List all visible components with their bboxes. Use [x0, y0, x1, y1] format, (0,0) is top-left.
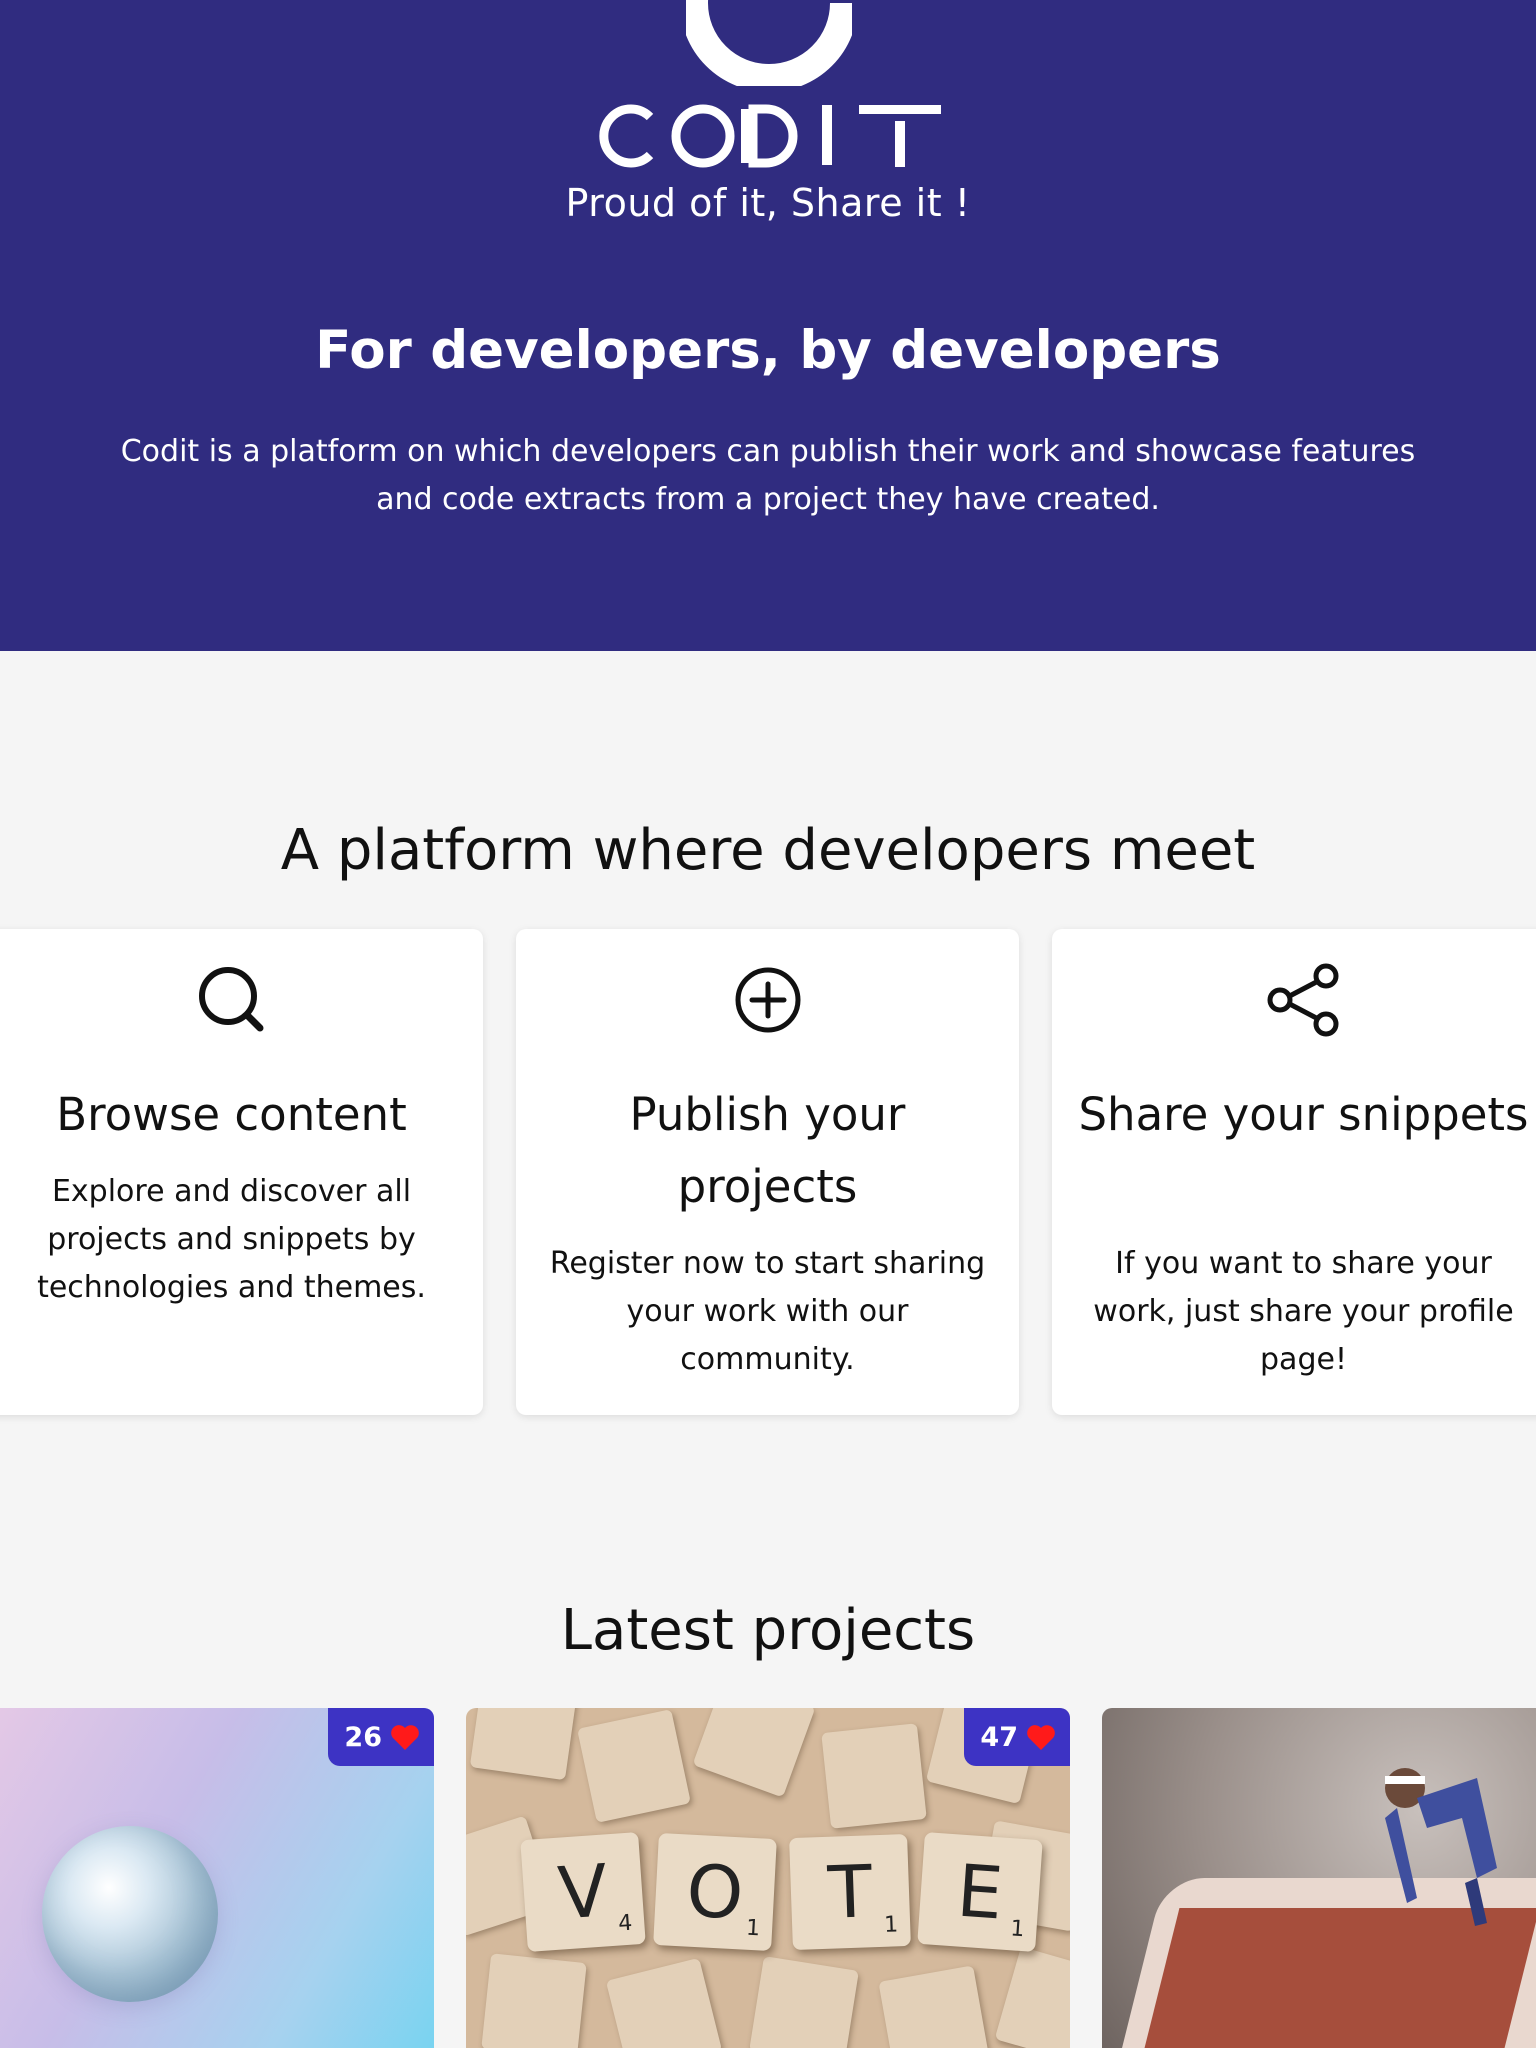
heart-icon [1027, 1725, 1055, 1750]
letter-tile: E1 [917, 1832, 1043, 1952]
feature-card-browse: Browse content Explore and discover all … [0, 929, 483, 1415]
feature-card-title: Browse content [56, 1088, 407, 1141]
hero-title: For developers, by developers [315, 320, 1221, 381]
feature-card-description: If you want to share your work, just sha… [1093, 1246, 1514, 1377]
heart-icon [391, 1725, 419, 1750]
likes-count: 47 [980, 1721, 1018, 1753]
feature-card-description: Register now to start sharing your work … [549, 1246, 986, 1377]
hero-banner: Proud of it, Share it ! For developers, … [0, 0, 1536, 651]
codit-logo-wordmark [599, 104, 941, 168]
codit-logo-mark [686, 0, 852, 86]
letter-tile: T1 [789, 1833, 911, 1951]
letter-tile: V4 [520, 1832, 646, 1952]
search-icon [198, 967, 263, 1032]
project-thumbnail-sphere [42, 1826, 218, 2002]
projects-section-title: Latest projects [560, 1598, 976, 1663]
feature-card-share: Share your snippets If you want to share… [1052, 929, 1536, 1415]
project-card[interactable] [1102, 1708, 1536, 2048]
project-card[interactable]: V4 O1 T1 E1 47 [466, 1708, 1070, 2048]
hero-description: Codit is a platform on which developers … [120, 434, 1416, 517]
feature-card-publish: Publish your projects Register now to st… [516, 929, 1019, 1415]
likes-badge[interactable]: 47 [964, 1708, 1070, 1766]
runner-figure [1385, 1768, 1497, 1926]
likes-badge[interactable]: 26 [328, 1708, 434, 1766]
feature-card-title: Publish your projects [629, 1088, 906, 1213]
features-section-title: A platform where developers meet [280, 818, 1256, 883]
running-track [1144, 1908, 1536, 2048]
likes-count: 26 [344, 1721, 382, 1753]
feature-card-title: Share your snippets [1078, 1088, 1529, 1141]
share-icon [1267, 963, 1338, 1037]
letter-tile: O1 [653, 1832, 777, 1952]
plus-circle-icon [735, 967, 800, 1033]
project-card[interactable]: 26 [0, 1708, 434, 2048]
tagline: Proud of it, Share it ! [565, 181, 971, 225]
feature-card-description: Explore and discover all projects and sn… [37, 1174, 426, 1305]
